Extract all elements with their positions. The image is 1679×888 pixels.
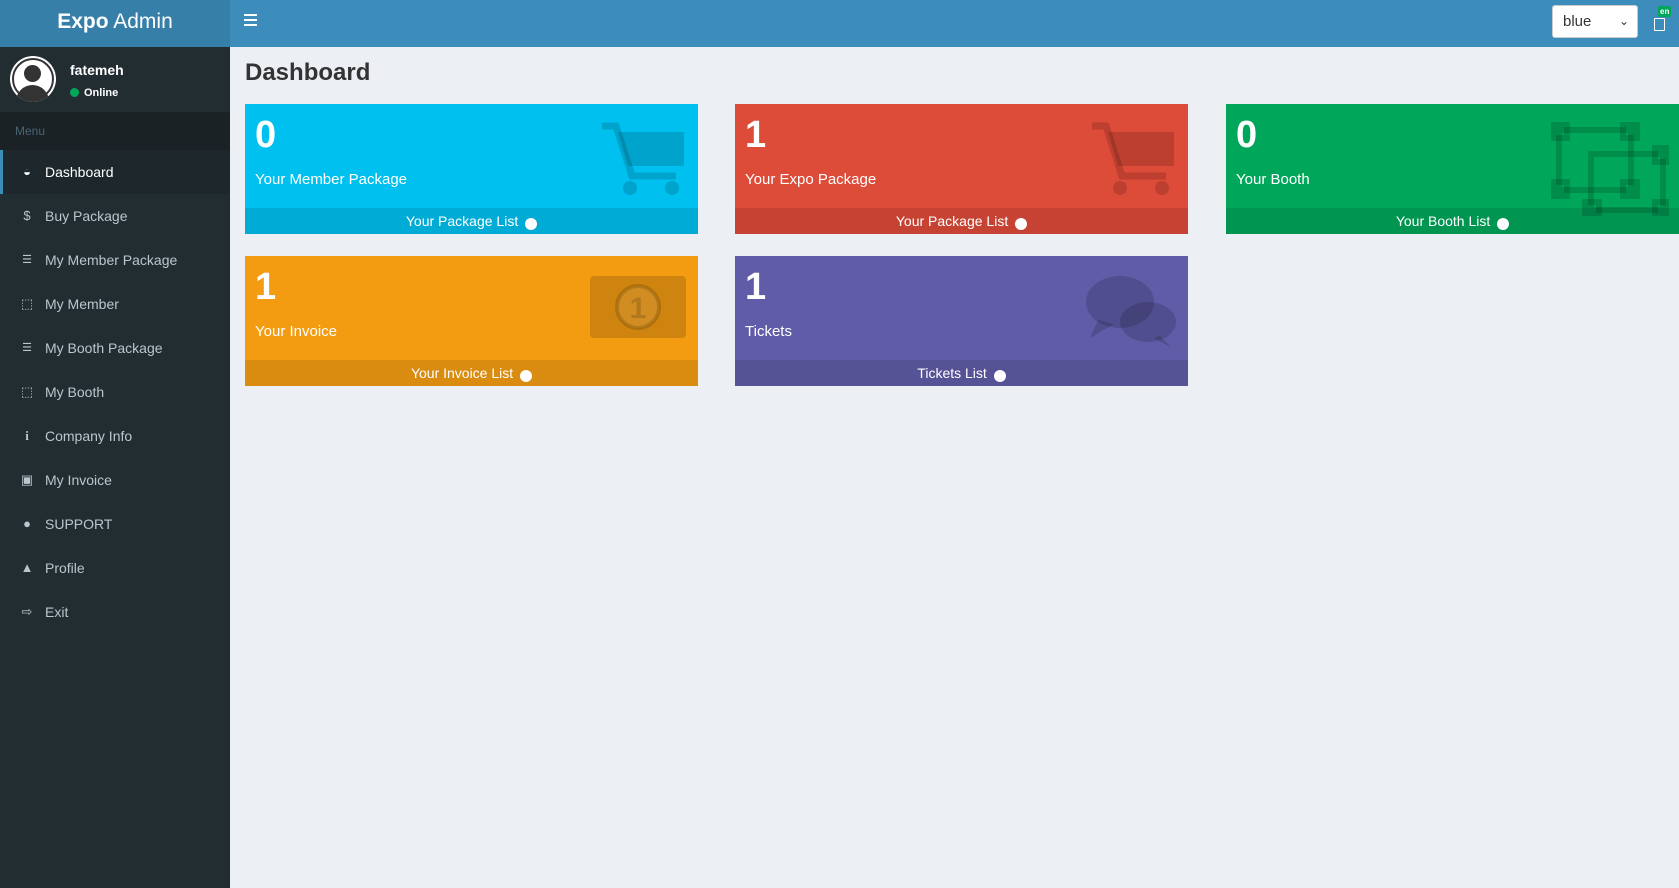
box-footer-link[interactable]: Your Package List ➜ bbox=[735, 208, 1188, 234]
box-footer-link[interactable]: Your Package List ➜ bbox=[245, 208, 698, 234]
object-group-icon bbox=[1550, 121, 1672, 221]
sidebar-item-dashboard[interactable]: ◒ Dashboard bbox=[0, 150, 230, 194]
arrow-circle-right-icon: ➜ bbox=[525, 218, 538, 230]
sidebar-item-buy-package[interactable]: $ Buy Package bbox=[0, 194, 230, 238]
box-value: 0 bbox=[1236, 114, 1258, 156]
user-icon: ▲ bbox=[20, 560, 34, 575]
info-icon: i bbox=[25, 428, 29, 443]
theme-select[interactable]: blue ⌄ bbox=[1552, 5, 1638, 38]
sidebar-item-label: My Booth bbox=[45, 384, 105, 400]
info-box-your-booth: 0 Your Booth Your Booth List ➜ bbox=[1226, 104, 1679, 234]
sidebar-item-exit[interactable]: ⇨ Exit bbox=[0, 590, 230, 634]
money-icon: ▣ bbox=[20, 472, 34, 487]
user-status: Online bbox=[70, 87, 118, 99]
page-title: Dashboard bbox=[245, 59, 371, 86]
sidebar-item-label: Exit bbox=[45, 604, 69, 620]
box-value: 1 bbox=[255, 266, 277, 308]
info-box-your-invoice: 1 1 Your Invoice Your Invoice List ➜ bbox=[245, 256, 698, 386]
sidebar-item-label: Company Info bbox=[45, 428, 133, 444]
avatar bbox=[10, 56, 56, 102]
online-dot-icon bbox=[70, 88, 79, 97]
arrow-circle-right-icon: ➜ bbox=[993, 370, 1006, 382]
svg-text:1: 1 bbox=[630, 292, 647, 325]
sidebar-item-my-invoice[interactable]: ▣ My Invoice bbox=[0, 458, 230, 502]
theme-select-value: blue bbox=[1563, 13, 1592, 30]
dollar-icon: $ bbox=[23, 208, 31, 223]
top-navbar: blue ⌄ en bbox=[230, 0, 1679, 47]
sidebar-item-label: My Invoice bbox=[45, 472, 112, 488]
dashboard-icon: ◒ bbox=[23, 164, 31, 179]
sidebar-item-label: Dashboard bbox=[45, 164, 114, 180]
sidebar-item-support[interactable]: ● SUPPORT bbox=[0, 502, 230, 546]
box-label: Your Booth bbox=[1236, 171, 1310, 188]
box-label: Your Invoice bbox=[255, 323, 338, 340]
cart-icon bbox=[1090, 122, 1178, 201]
language-badge: en bbox=[1658, 6, 1672, 17]
sidebar-toggle-button[interactable] bbox=[244, 14, 260, 30]
sidebar-item-profile[interactable]: ▲ Profile bbox=[0, 546, 230, 590]
sidebar-item-label: Profile bbox=[45, 560, 85, 576]
language-icon bbox=[1654, 18, 1665, 31]
arrow-circle-right-icon: ➜ bbox=[1497, 218, 1510, 230]
info-box-your-member-package: 0 Your Member Package Your Package List … bbox=[245, 104, 698, 234]
user-name: fatemeh bbox=[70, 62, 124, 78]
cart-icon: ☰ bbox=[22, 254, 32, 266]
sidebar-item-label: My Member bbox=[45, 296, 119, 312]
box-footer-link[interactable]: Your Invoice List ➜ bbox=[245, 360, 698, 386]
info-box-your-expo-package: 1 Your Expo Package Your Package List ➜ bbox=[735, 104, 1188, 234]
app-logo[interactable]: Expo Admin bbox=[0, 0, 230, 47]
comments-icon bbox=[1084, 274, 1178, 355]
cart-icon bbox=[600, 122, 688, 201]
box-value: 0 bbox=[255, 114, 277, 156]
info-box-tickets: 1 Tickets Tickets List ➜ bbox=[735, 256, 1188, 386]
sidebar: fatemeh Online Menu ◒ Dashboard $ Buy Packa… bbox=[0, 47, 230, 888]
menu-header: Menu bbox=[0, 112, 230, 150]
box-footer-link[interactable]: Your Booth List ➜ bbox=[1226, 208, 1679, 234]
sidebar-item-label: My Member Package bbox=[45, 252, 178, 268]
sidebar-item-my-member-package[interactable]: ☰ My Member Package bbox=[0, 238, 230, 282]
language-switcher[interactable]: en bbox=[1652, 6, 1672, 34]
sidebar-item-my-booth[interactable]: ⬚ My Booth bbox=[0, 370, 230, 414]
sidebar-item-label: SUPPORT bbox=[45, 516, 113, 532]
comments-icon: ● bbox=[23, 516, 31, 531]
box-label: Tickets bbox=[745, 323, 792, 340]
sign-out-icon: ⇨ bbox=[21, 604, 33, 619]
user-panel: fatemeh Online bbox=[0, 47, 230, 112]
sidebar-item-my-booth-package[interactable]: ☰ My Booth Package bbox=[0, 326, 230, 370]
cart-icon: ☰ bbox=[22, 342, 32, 354]
arrow-circle-right-icon: ➜ bbox=[1015, 218, 1028, 230]
chevron-down-icon: ⌄ bbox=[1618, 14, 1629, 28]
box-label: Your Member Package bbox=[255, 171, 408, 188]
box-footer-link[interactable]: Tickets List ➜ bbox=[735, 360, 1188, 386]
sidebar-item-label: My Booth Package bbox=[45, 340, 163, 356]
object-group-icon: ⬚ bbox=[20, 296, 34, 311]
object-group-icon: ⬚ bbox=[20, 384, 34, 399]
box-value: 1 bbox=[745, 266, 767, 308]
money-icon: 1 bbox=[588, 274, 688, 345]
sidebar-item-my-member[interactable]: ⬚ My Member bbox=[0, 282, 230, 326]
box-value: 1 bbox=[745, 114, 767, 156]
sidebar-item-label: Buy Package bbox=[45, 208, 128, 224]
arrow-circle-right-icon: ➜ bbox=[520, 370, 533, 382]
sidebar-item-company-info[interactable]: i Company Info bbox=[0, 414, 230, 458]
box-label: Your Expo Package bbox=[745, 171, 877, 188]
